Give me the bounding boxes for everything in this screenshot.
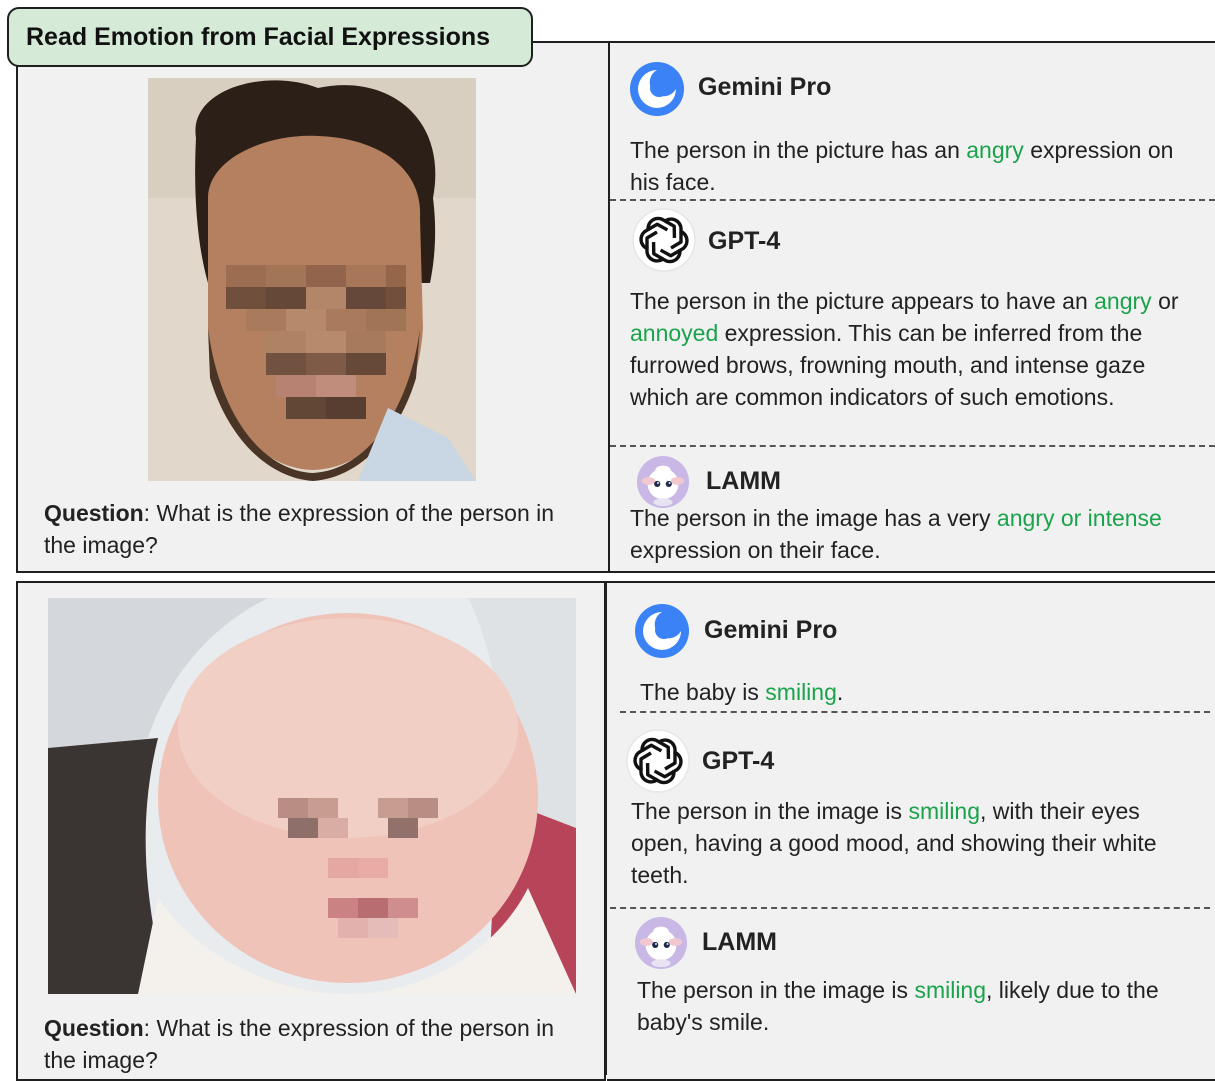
question-label: Question	[44, 500, 144, 526]
model-name-lamm: LAMM	[702, 928, 777, 956]
divider	[610, 445, 1215, 447]
highlight: angry	[1094, 288, 1152, 314]
case-2-question: Question: What is the expression of the …	[44, 1012, 564, 1076]
case-1-question: Question: What is the expression of the …	[44, 497, 592, 561]
response-gpt4: The person in the picture appears to hav…	[630, 288, 1179, 410]
model-name-lamm: LAMM	[706, 467, 781, 495]
highlight: angry or intense	[996, 505, 1162, 531]
model-name-gemini: Gemini Pro	[704, 616, 838, 644]
openai-icon	[626, 729, 690, 793]
response-gemini: The person in the picture has an angry e…	[630, 137, 1174, 195]
response-lamm: The person in the image has a very angry…	[630, 505, 1162, 563]
highlight: angry	[966, 137, 1024, 163]
model-name-gpt4: GPT-4	[708, 227, 781, 255]
gemini-icon	[634, 603, 690, 659]
highlight: smiling	[765, 679, 837, 705]
case-2-photo	[48, 598, 576, 994]
divider	[610, 199, 1215, 201]
figure-title: Read Emotion from Facial Expressions	[7, 7, 533, 67]
lamb-avatar-icon	[634, 916, 688, 970]
gemini-icon	[629, 61, 685, 117]
response-gemini: The baby is smiling.	[640, 679, 844, 705]
response-gpt4: The person in the image is smiling, with…	[631, 798, 1157, 888]
model-name-gpt4: GPT-4	[702, 747, 775, 775]
highlight: smiling	[914, 977, 987, 1003]
highlight: smiling	[908, 798, 981, 824]
case-1-photo	[148, 78, 476, 481]
lamb-avatar-icon	[636, 455, 690, 509]
openai-icon	[632, 208, 696, 272]
divider	[620, 711, 1210, 713]
highlight: annoyed	[630, 320, 719, 346]
divider	[610, 907, 1210, 909]
response-lamm: The person in the image is smiling, like…	[637, 977, 1159, 1035]
question-label: Question	[44, 1015, 144, 1041]
model-name-gemini: Gemini Pro	[698, 73, 832, 101]
